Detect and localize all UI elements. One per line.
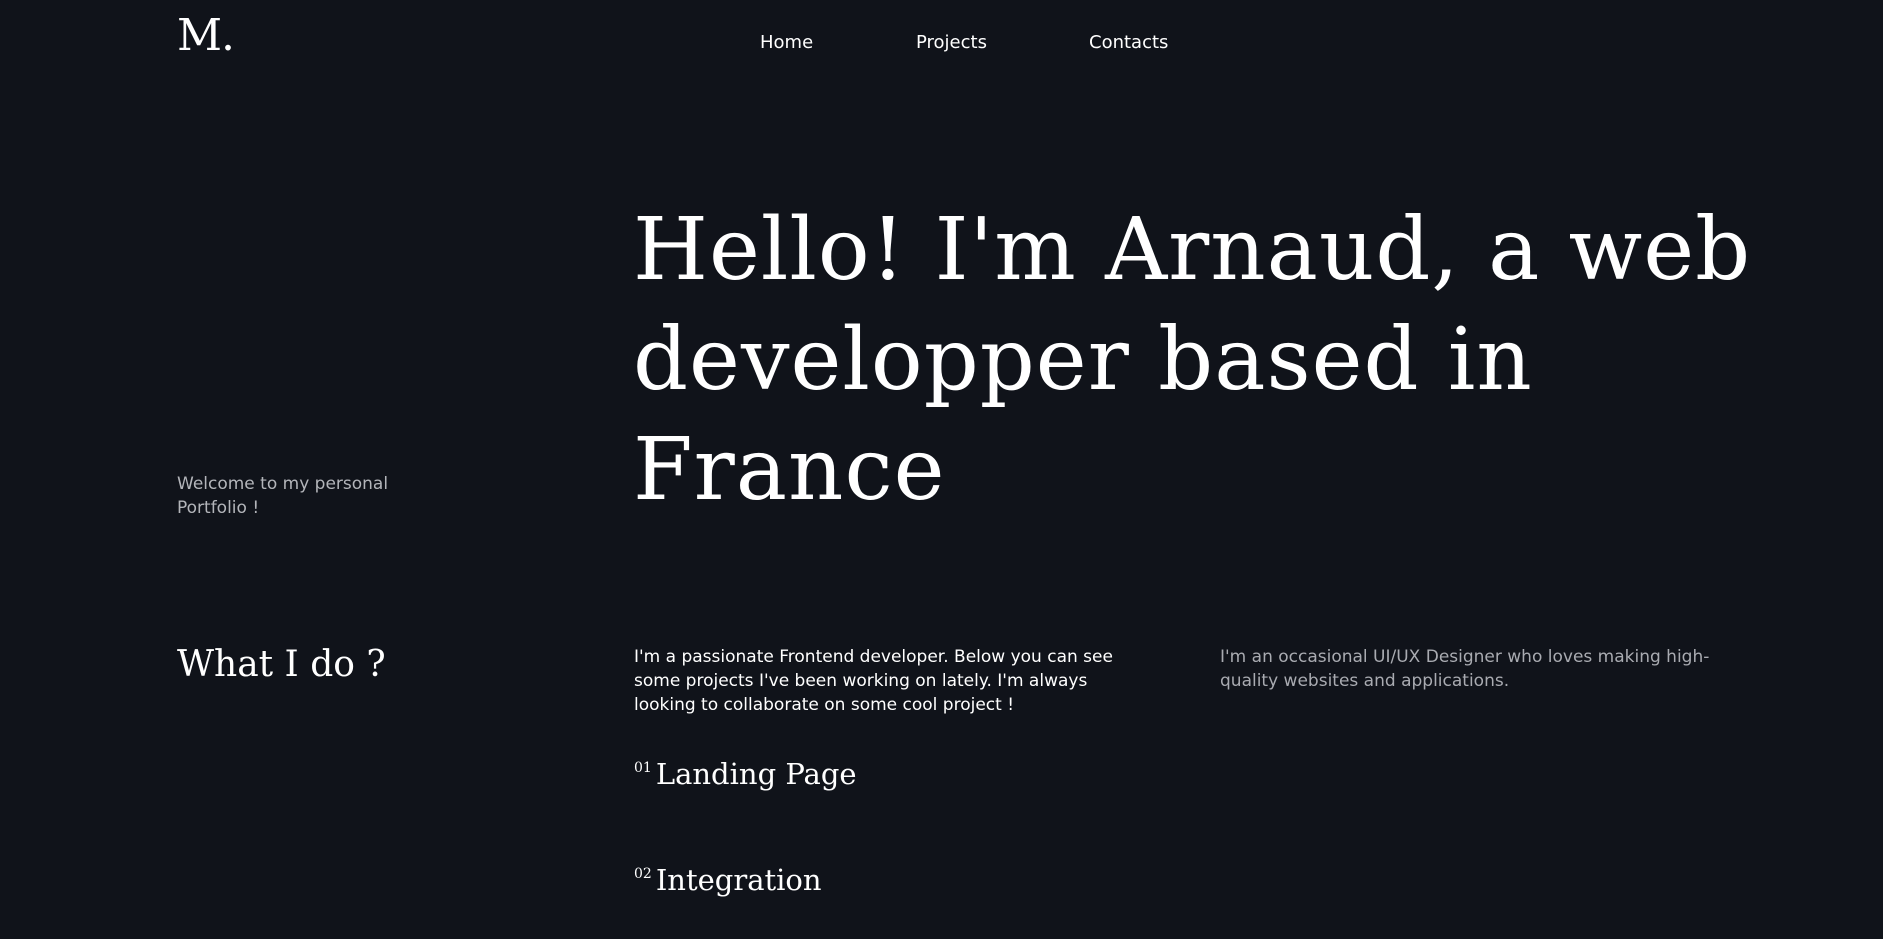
services-intro: I'm a passionate Frontend developer. Bel… — [634, 647, 1113, 715]
nav-link-projects[interactable]: Projects — [916, 32, 987, 53]
service-label: Landing Page — [655, 757, 857, 791]
service-item-landing-page[interactable]: 01 Landing Page — [634, 754, 857, 794]
service-item-integration[interactable]: 02 Integration — [634, 860, 822, 900]
services-title: What I do ? — [177, 644, 386, 685]
service-number: 01 — [634, 760, 652, 776]
nav-link-contacts[interactable]: Contacts — [1089, 32, 1168, 53]
welcome-text: Welcome to my personal Portfolio ! — [177, 474, 389, 518]
main-nav: Home Projects Contacts — [0, 32, 1883, 56]
service-label: Integration — [655, 863, 822, 897]
designer-description: I'm an occasional UI/UX Designer who lov… — [1220, 647, 1710, 691]
nav-link-home[interactable]: Home — [760, 32, 813, 53]
hero-headline: Hello! I'm Arnaud, a web developper base… — [633, 200, 1752, 520]
service-number: 02 — [634, 866, 652, 882]
